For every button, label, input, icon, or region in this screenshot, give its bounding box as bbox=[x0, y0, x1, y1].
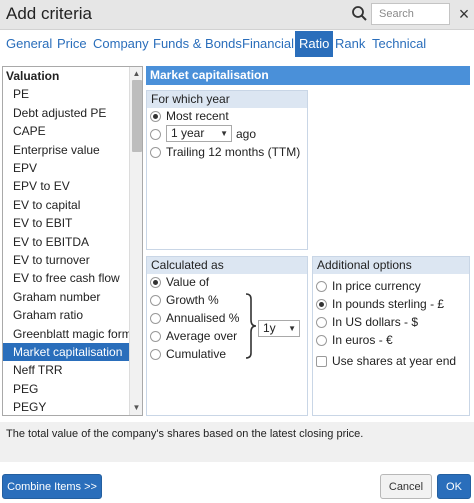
growth-radio[interactable] bbox=[150, 295, 161, 306]
average-over-radio[interactable] bbox=[150, 331, 161, 342]
value-of-label: Value of bbox=[166, 275, 210, 289]
calculated-as-title: Calculated as bbox=[147, 257, 307, 274]
value-of-radio[interactable] bbox=[150, 277, 161, 288]
additional-options-group: Additional options In price currency In … bbox=[312, 256, 470, 416]
euros-radio[interactable] bbox=[316, 335, 327, 346]
pounds-radio[interactable] bbox=[316, 299, 327, 310]
period-select[interactable]: 1y ▼ bbox=[258, 320, 300, 337]
list-item[interactable]: Neff TRR bbox=[3, 361, 129, 379]
price-currency-label: In price currency bbox=[332, 279, 421, 293]
list-item[interactable]: PEG bbox=[3, 380, 129, 398]
list-item[interactable]: EV to free cash flow bbox=[3, 269, 129, 287]
criteria-heading: Market capitalisation bbox=[146, 66, 470, 85]
tab-company[interactable]: Company bbox=[93, 31, 149, 57]
cumulative-label: Cumulative bbox=[166, 347, 227, 361]
tab-ratio[interactable]: Ratio bbox=[295, 31, 334, 57]
ago-label: ago bbox=[236, 127, 257, 141]
list-item[interactable]: EPV bbox=[3, 159, 129, 177]
description-panel: The total value of the company's shares … bbox=[0, 422, 474, 462]
dialog-title: Add criteria bbox=[6, 4, 92, 23]
price-currency-radio[interactable] bbox=[316, 281, 327, 292]
tab-technical[interactable]: Technical bbox=[372, 31, 426, 57]
dialog-footer: Combine Items >> Cancel OK bbox=[0, 462, 474, 503]
search-icon[interactable] bbox=[350, 4, 370, 24]
cumulative-radio[interactable] bbox=[150, 349, 161, 360]
chevron-down-icon: ▼ bbox=[288, 324, 296, 333]
tab-general[interactable]: General bbox=[6, 31, 52, 57]
list-item[interactable]: Graham ratio bbox=[3, 306, 129, 324]
annualised-label: Annualised % bbox=[166, 311, 240, 325]
combine-items-button[interactable]: Combine Items >> bbox=[2, 474, 102, 499]
scroll-up-icon[interactable]: ▲ bbox=[130, 68, 142, 80]
list-item[interactable]: Enterprise value bbox=[3, 141, 129, 159]
list-item[interactable]: Greenblatt magic form. bbox=[3, 325, 129, 343]
average-over-label: Average over bbox=[166, 329, 238, 343]
search-input[interactable] bbox=[371, 3, 450, 25]
close-icon[interactable]: × bbox=[455, 3, 473, 25]
dollars-radio[interactable] bbox=[316, 317, 327, 328]
list-item[interactable]: Debt adjusted PE bbox=[3, 104, 129, 122]
calculated-as-group: Calculated as Value of Growth % Annualis… bbox=[146, 256, 308, 416]
tab-rank[interactable]: Rank bbox=[335, 31, 365, 57]
list-item[interactable]: PE bbox=[3, 85, 129, 103]
ok-button[interactable]: OK bbox=[437, 474, 471, 499]
criteria-description: The total value of the company's shares … bbox=[6, 428, 364, 440]
growth-label: Growth % bbox=[166, 293, 219, 307]
list-item[interactable]: EV to capital bbox=[3, 196, 129, 214]
tab-financial[interactable]: Financial bbox=[242, 31, 294, 57]
ttm-radio[interactable] bbox=[150, 147, 161, 158]
brace-icon bbox=[245, 293, 257, 359]
list-item[interactable]: PEGY bbox=[3, 398, 129, 415]
ttm-label: Trailing 12 months (TTM) bbox=[166, 145, 301, 159]
additional-options-title: Additional options bbox=[313, 257, 469, 274]
shares-year-end-checkbox[interactable] bbox=[316, 356, 327, 367]
tab-funds-bonds[interactable]: Funds & Bonds bbox=[153, 31, 242, 57]
cancel-button[interactable]: Cancel bbox=[380, 474, 432, 499]
scroll-down-icon[interactable]: ▼ bbox=[130, 402, 142, 414]
pounds-label: In pounds sterling - £ bbox=[332, 297, 445, 311]
tab-price[interactable]: Price bbox=[57, 31, 87, 57]
most-recent-label: Most recent bbox=[166, 109, 229, 123]
year-select[interactable]: 1 year ▼ bbox=[166, 125, 232, 142]
list-item[interactable]: EV to EBITDA bbox=[3, 233, 129, 251]
list-item[interactable]: CAPE bbox=[3, 122, 129, 140]
scroll-thumb[interactable] bbox=[132, 80, 142, 152]
title-bar: Add criteria × bbox=[0, 0, 474, 30]
list-scrollbar[interactable]: ▲ ▼ bbox=[129, 67, 142, 415]
list-item[interactable]: EV to EBIT bbox=[3, 214, 129, 232]
dollars-label: In US dollars - $ bbox=[332, 315, 419, 329]
criteria-list[interactable]: Valuation PE Debt adjusted PE CAPE Enter… bbox=[2, 66, 143, 416]
years-ago-radio[interactable] bbox=[150, 129, 161, 140]
year-select-value: 1 year bbox=[171, 126, 205, 140]
annualised-radio[interactable] bbox=[150, 313, 161, 324]
list-item-selected[interactable]: Market capitalisation bbox=[3, 343, 129, 361]
most-recent-radio[interactable] bbox=[150, 111, 161, 122]
list-item[interactable]: Graham number bbox=[3, 288, 129, 306]
which-year-group: For which year Most recent 1 year ▼ ago … bbox=[146, 90, 308, 250]
which-year-title: For which year bbox=[147, 91, 307, 108]
euros-label: In euros - € bbox=[332, 333, 393, 347]
chevron-down-icon: ▼ bbox=[220, 129, 228, 138]
list-item[interactable]: EPV to EV bbox=[3, 177, 129, 195]
period-select-value: 1y bbox=[263, 321, 276, 335]
category-tabs: General Price Company Funds & Bonds Fina… bbox=[0, 31, 474, 58]
list-item[interactable]: EV to turnover bbox=[3, 251, 129, 269]
list-header-valuation: Valuation bbox=[6, 69, 60, 83]
shares-year-end-label: Use shares at year end bbox=[332, 354, 457, 368]
